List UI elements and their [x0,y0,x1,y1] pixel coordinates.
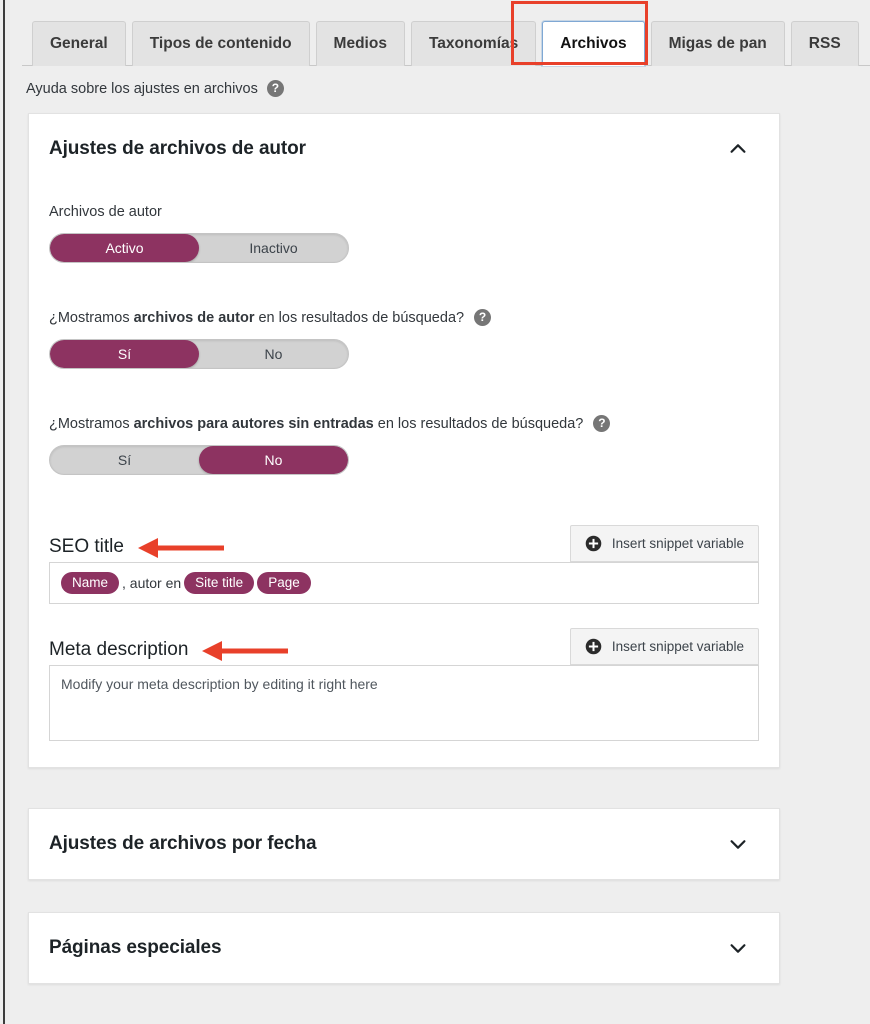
meta-description-insert-snippet-variable-button[interactable]: Insert snippet variable [569,628,759,665]
snippet-button-label: Insert snippet variable [611,639,744,654]
seo-title-label-group: SEO title [49,536,224,562]
question-mark-icon[interactable]: ? [266,80,284,97]
tab-label: RSS [808,35,841,52]
snippet-variable-pill-page[interactable]: Page [257,572,311,594]
plus-circle-icon [585,535,602,552]
date-archives-panel: Ajustes de archivos por fecha [28,808,780,880]
tab-migas-de-pan[interactable]: Migas de pan [650,21,785,66]
special-pages-panel-header[interactable]: Páginas especiales [29,913,779,983]
tab-rss[interactable]: RSS [790,21,859,66]
seo-title-insert-snippet-variable-button[interactable]: Insert snippet variable [569,525,759,562]
chevron-down-icon[interactable] [727,833,749,855]
special-pages-panel: Páginas especiales [28,912,780,984]
author-archives-toggle[interactable]: Activo Inactivo [49,233,349,263]
snippet-variable-pill-site-title[interactable]: Site title [184,572,255,594]
label-prefix: ¿Mostramos [49,309,134,326]
seo-title-arrow-annotation [137,538,224,558]
chevron-up-icon[interactable] [727,138,749,160]
tab-taxonomias[interactable]: Taxonomías [410,21,537,66]
help-line-label: Ayuda sobre los ajustes en archivos [26,80,258,97]
tab-label: Medios [333,35,387,52]
seo-title-static-text: , autor en [122,575,182,591]
tab-general[interactable]: General [32,21,126,66]
label-emphasis: archivos de autor [133,309,255,326]
label-prefix: ¿Mostramos [49,415,134,432]
field-label-text: Archivos de autor [49,204,162,220]
tab-medios[interactable]: Medios [315,21,405,66]
panel-title: Ajustes de archivos de autor [49,138,306,159]
show-in-search-label: ¿Mostramos archivos de autor en los resu… [49,309,759,326]
show-authors-without-posts-label: ¿Mostramos archivos para autores sin ent… [49,415,759,432]
author-archives-panel-body: Archivos de autor Activo Inactivo ¿Mostr… [29,180,779,767]
meta-description-label: Meta description [49,639,189,660]
toggle-option-no[interactable]: No [199,446,348,474]
archives-help-line[interactable]: Ayuda sobre los ajustes en archivos ? [0,66,870,97]
author-archives-toggle-label: Archivos de autor [49,204,759,220]
tab-label: General [50,35,108,52]
tab-tipos-de-contenido[interactable]: Tipos de contenido [131,21,310,66]
tab-archivos[interactable]: Archivos [542,21,645,66]
panel-title: Páginas especiales [49,937,222,958]
question-mark-icon[interactable]: ? [474,309,492,326]
seo-title-label: SEO title [49,536,124,557]
toggle-option-activo[interactable]: Activo [50,234,199,262]
panel-title: Ajustes de archivos por fecha [49,833,317,854]
toggle-option-si[interactable]: Sí [50,340,199,368]
tab-label: Taxonomías [428,35,519,52]
tab-label: Tipos de contenido [149,35,292,52]
toggle-option-inactivo[interactable]: Inactivo [199,234,348,262]
meta-description-arrow-annotation [202,641,289,661]
toggle-option-si[interactable]: Sí [50,446,199,474]
toggle-option-no[interactable]: No [199,340,348,368]
snippet-button-label: Insert snippet variable [611,536,744,551]
meta-description-input[interactable]: Modify your meta description by editing … [49,665,759,741]
label-suffix: en los resultados de búsqueda? [254,309,465,326]
chevron-down-icon[interactable] [727,937,749,959]
date-archives-panel-header[interactable]: Ajustes de archivos por fecha [29,809,779,879]
window-left-edge [3,0,5,1024]
author-archives-panel-header[interactable]: Ajustes de archivos de autor [29,114,779,180]
plus-circle-icon [585,638,602,655]
question-mark-icon[interactable]: ? [593,415,611,432]
meta-description-row: Meta description Insert snippet variable [49,628,759,665]
seo-title-input[interactable]: Name, autor en Site title Page [49,562,759,604]
label-suffix: en los resultados de búsqueda? [373,415,584,432]
show-authors-without-posts-toggle[interactable]: Sí No [49,445,349,475]
settings-tab-bar: General Tipos de contenido Medios Taxono… [0,0,870,66]
tab-label: Migas de pan [668,35,767,52]
meta-description-label-group: Meta description [49,639,289,665]
snippet-variable-pill-name[interactable]: Name [61,572,120,594]
show-in-search-toggle[interactable]: Sí No [49,339,349,369]
author-archives-panel: Ajustes de archivos de autor Archivos de… [28,113,780,768]
tab-label: Archivos [560,34,627,52]
seo-title-row: SEO title Insert snippet variable [49,525,759,562]
label-emphasis: archivos para autores sin entradas [133,415,374,432]
